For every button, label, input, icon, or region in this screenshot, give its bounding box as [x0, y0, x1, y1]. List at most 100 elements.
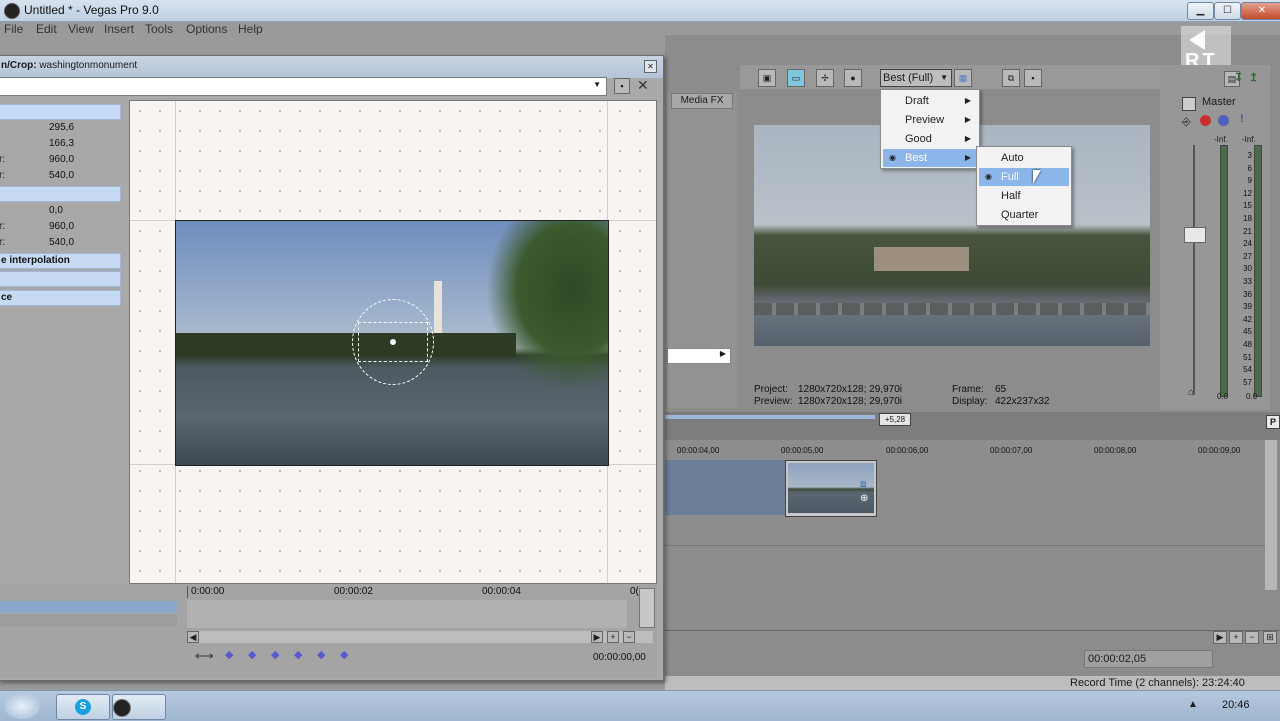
position-track-label[interactable]	[0, 601, 177, 613]
property-row[interactable]: r: 960,0	[0, 153, 121, 169]
menu-item-auto[interactable]: Auto	[979, 149, 1069, 167]
center-handle[interactable]	[389, 338, 397, 346]
property-row[interactable]: 0,0	[0, 204, 121, 220]
master-fader-handle[interactable]	[1184, 227, 1206, 243]
master-checkbox[interactable]	[1182, 97, 1196, 111]
marker-label: +5,28	[879, 413, 911, 426]
pan-crop-dialog: ✕ n/Crop: washingtonmonument ▼ ▪ ✕ 295,6…	[0, 55, 664, 681]
tray-expand-icon[interactable]: ▲	[1188, 699, 1198, 710]
clock[interactable]: 20:46	[1222, 699, 1250, 711]
tick-9s: 00:00:09,00	[1198, 446, 1241, 455]
property-row[interactable]: r: 540,0	[0, 169, 121, 185]
property-group-header[interactable]	[0, 104, 121, 120]
menu-view[interactable]: View	[68, 22, 94, 35]
menu-edit[interactable]: Edit	[36, 22, 57, 35]
bridge-graphic	[754, 303, 1150, 315]
preset-dropdown[interactable]: ▼	[0, 77, 607, 96]
taskbar-skype[interactable]: S	[56, 694, 110, 720]
scroll-right-icon[interactable]: ▶	[591, 631, 603, 643]
copy-snapshot-icon[interactable]: ⧉	[1002, 69, 1020, 87]
menu-item-best[interactable]: ◉ Best ▶	[883, 149, 977, 167]
delete-keyframe-icon[interactable]: ◆	[340, 648, 348, 661]
property-row[interactable]: r: 540,0	[0, 236, 121, 252]
zoom-in-icon[interactable]: +	[607, 631, 619, 643]
tick-5s: 00:00:05,00	[781, 446, 824, 455]
save-snapshot-icon[interactable]: ▪	[1024, 69, 1042, 87]
kf-ruler[interactable]: 0:00:00 00:00:02 00:00:04 0(	[187, 586, 640, 598]
keyframe-timeline: 0:00:00 00:00:02 00:00:04 0( ◀ ▶ + − ⟷ ◆…	[0, 584, 657, 678]
zoom-in-icon[interactable]: +	[1229, 631, 1243, 644]
property-group-header[interactable]	[0, 271, 121, 287]
mask-track-label[interactable]	[0, 615, 177, 627]
zoom-vert-icon[interactable]: ⊞	[1263, 631, 1277, 644]
menu-item-full[interactable]: ◉ Full	[979, 168, 1069, 186]
video-event[interactable]: ⧈ ⊕	[785, 460, 877, 517]
maximize-button[interactable]: ☐	[1214, 2, 1241, 20]
menu-item-good[interactable]: Good ▶	[883, 130, 977, 148]
tree-graphic	[486, 221, 608, 391]
overlays-icon[interactable]: ●	[844, 69, 862, 87]
scroll-right-icon[interactable]: ▶	[1213, 631, 1227, 644]
menu-item-half[interactable]: Half	[979, 187, 1069, 205]
sync-cursor-icon[interactable]: ⟷	[195, 648, 214, 664]
section-interpolation[interactable]: e interpolation	[0, 253, 121, 269]
pan-crop-canvas[interactable]	[129, 100, 657, 584]
marker-p-icon[interactable]: P	[1266, 415, 1280, 429]
menu-options[interactable]: Options	[186, 22, 227, 35]
timeline-hscroll[interactable]: ▶ + − ⊞	[665, 630, 1280, 645]
property-group-header[interactable]	[0, 186, 121, 202]
solo-icon[interactable]: !	[1240, 113, 1244, 125]
media-fx-scroll[interactable]: ▶	[667, 348, 731, 364]
event-fx-icon[interactable]: ⊕	[860, 493, 868, 504]
prev-keyframe-icon[interactable]: ◆	[248, 648, 256, 661]
meter-settings-icon[interactable]: ↧	[1234, 71, 1248, 85]
property-row[interactable]: 166,3	[0, 137, 121, 153]
fx-chain-icon[interactable]: ⎆	[1182, 116, 1191, 129]
add-keyframe-icon[interactable]: ◆	[317, 648, 325, 661]
event-pan-crop-icon[interactable]: ⧈	[860, 479, 866, 490]
mute-icon[interactable]	[1218, 115, 1229, 126]
minimize-button[interactable]: ▁	[1187, 2, 1214, 20]
delete-preset-icon[interactable]: ✕	[637, 77, 649, 94]
menu-item-preview[interactable]: Preview ▶	[883, 111, 977, 129]
next-keyframe-icon[interactable]: ◆	[271, 648, 279, 661]
kf-hscroll[interactable]: ◀ ▶ + −	[187, 631, 653, 643]
kf-track-area[interactable]	[187, 600, 627, 628]
kf-vscroll[interactable]	[639, 588, 655, 628]
skype-icon: S	[75, 699, 91, 715]
preview-quality-dropdown[interactable]: Best (Full) ▼	[880, 69, 952, 87]
taskbar-vegas[interactable]	[112, 694, 166, 720]
menu-item-draft[interactable]: Draft ▶	[883, 92, 977, 110]
preview-device-icon[interactable]: ▭	[787, 69, 805, 87]
save-preset-icon[interactable]: ▪	[614, 78, 630, 94]
close-button[interactable]: ✕	[1241, 2, 1280, 20]
track-event-empty[interactable]	[665, 460, 785, 515]
menu-insert[interactable]: Insert	[104, 22, 134, 35]
zoom-out-icon[interactable]: −	[623, 631, 635, 643]
grid-icon[interactable]: ▦	[954, 69, 972, 87]
zoom-out-icon[interactable]: −	[1245, 631, 1259, 644]
crop-frame[interactable]	[175, 220, 609, 466]
menu-item-quarter[interactable]: Quarter	[979, 206, 1069, 224]
menu-file[interactable]: File	[4, 22, 23, 35]
vegas-app-icon[interactable]	[4, 3, 20, 19]
meter-reset-icon[interactable]: ↥	[1249, 71, 1263, 85]
timeline-vscroll[interactable]	[1265, 440, 1277, 590]
section-source[interactable]: ce	[0, 290, 121, 306]
start-button[interactable]	[4, 693, 40, 719]
last-keyframe-icon[interactable]: ◆	[294, 648, 302, 661]
menu-tools[interactable]: Tools	[145, 22, 173, 35]
property-row[interactable]: 295,6	[0, 121, 121, 137]
menu-help[interactable]: Help	[238, 22, 263, 35]
bus-fx-icon[interactable]	[1200, 115, 1211, 126]
split-screen-icon[interactable]: ✢	[816, 69, 834, 87]
scroll-left-icon[interactable]: ◀	[187, 631, 199, 643]
loop-region-bar[interactable]	[665, 415, 875, 419]
video-output-fx-icon[interactable]: ▣	[758, 69, 776, 87]
property-row[interactable]: r: 960,0	[0, 220, 121, 236]
time-display[interactable]: 00:00:02,05	[1084, 650, 1213, 668]
first-keyframe-icon[interactable]: ◆	[225, 648, 233, 661]
dialog-close-small[interactable]: ✕	[644, 60, 657, 73]
lock-icon[interactable]: ⌂	[1188, 387, 1194, 398]
tab-media-fx[interactable]: Media FX	[671, 93, 733, 109]
